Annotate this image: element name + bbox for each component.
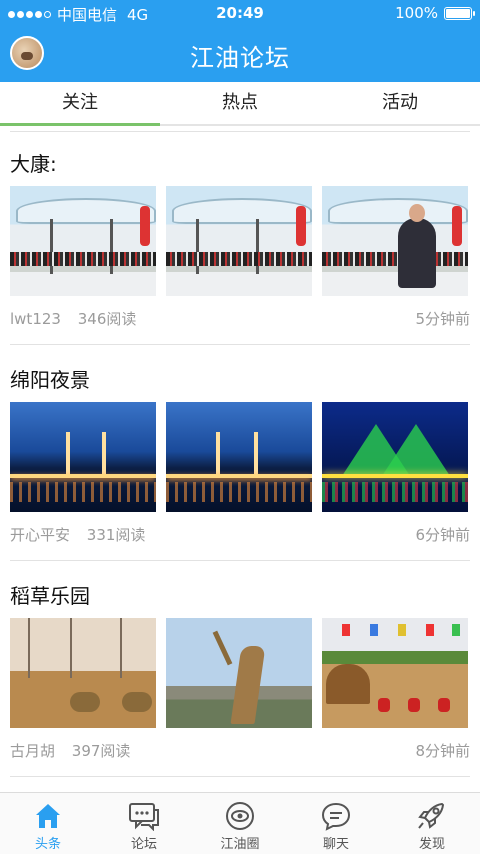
- post-image[interactable]: [10, 402, 156, 512]
- nav-label: 头条: [34, 837, 61, 852]
- post-author[interactable]: 开心平安: [10, 526, 70, 544]
- nav-label: 发现: [418, 837, 445, 852]
- post-image[interactable]: [166, 402, 312, 512]
- nav-label: 聊天: [322, 837, 349, 852]
- app-title: 江油论坛: [190, 44, 290, 72]
- post-image[interactable]: [166, 618, 312, 728]
- post-meta: 开心平安 331阅读 6分钟前: [10, 524, 470, 545]
- nav-chat[interactable]: 聊天: [288, 793, 384, 854]
- status-right: 100%: [395, 4, 475, 22]
- post-image[interactable]: [322, 618, 468, 728]
- post-time: 5分钟前: [415, 310, 470, 328]
- post-feed[interactable]: 大康: lwt123 346阅读 5分钟前 绵阳夜景 开心平安 331阅读 6分…: [0, 128, 480, 792]
- post-card[interactable]: 稻草乐园 古月胡 397阅读 8分钟前: [0, 560, 480, 777]
- eye-circle-icon: [223, 801, 257, 831]
- nav-circle[interactable]: 江油圈: [192, 793, 288, 854]
- post-title[interactable]: 绵阳夜景: [10, 364, 90, 393]
- post-images: [10, 186, 470, 296]
- speech-icon: [319, 801, 353, 831]
- tab-follow[interactable]: 关注: [0, 82, 160, 126]
- post-reads: 331阅读: [86, 526, 146, 544]
- post-card[interactable]: 绵阳夜景 开心平安 331阅读 6分钟前: [0, 344, 480, 561]
- battery-icon: [444, 6, 475, 20]
- post-time: 6分钟前: [415, 526, 470, 544]
- chat-bubble-icon: [127, 801, 161, 832]
- post-reads: 346阅读: [77, 310, 137, 328]
- post-image[interactable]: [322, 186, 468, 296]
- post-author[interactable]: 古月胡: [10, 742, 55, 760]
- post-meta: 古月胡 397阅读 8分钟前: [10, 740, 470, 761]
- home-icon: [31, 801, 65, 831]
- nav-forum[interactable]: 论坛: [96, 793, 192, 854]
- post-images: [10, 402, 470, 512]
- nav-headlines[interactable]: 头条: [0, 793, 96, 854]
- post-image[interactable]: [322, 402, 468, 512]
- tab-events[interactable]: 活动: [320, 82, 480, 124]
- post-image[interactable]: [10, 186, 156, 296]
- post-title[interactable]: 大康:: [10, 148, 57, 177]
- nav-discover[interactable]: 发现: [384, 793, 480, 854]
- post-card[interactable]: 大康: lwt123 346阅读 5分钟前: [0, 128, 480, 345]
- nav-label: 论坛: [130, 837, 157, 852]
- post-title[interactable]: 稻草乐园: [10, 580, 90, 609]
- battery-percent: 100%: [395, 4, 438, 22]
- post-meta: lwt123 346阅读 5分钟前: [10, 308, 470, 329]
- app-header: 中国电信 4G 20:49 100% 江油论坛: [0, 0, 480, 82]
- post-image[interactable]: [166, 186, 312, 296]
- tab-hot[interactable]: 热点: [160, 82, 320, 124]
- post-images: [10, 618, 470, 728]
- bottom-nav: 头条 论坛 江油圈 聊天 发现: [0, 792, 480, 854]
- post-image[interactable]: [10, 618, 156, 728]
- divider: [10, 776, 470, 777]
- rocket-icon: [415, 801, 449, 831]
- post-author[interactable]: lwt123: [10, 310, 61, 328]
- status-bar: 中国电信 4G 20:49 100%: [0, 0, 480, 26]
- nav-label: 江油圈: [220, 837, 260, 852]
- post-reads: 397阅读: [71, 742, 131, 760]
- tab-bar: 关注 热点 活动: [0, 82, 480, 126]
- post-time: 8分钟前: [415, 742, 470, 760]
